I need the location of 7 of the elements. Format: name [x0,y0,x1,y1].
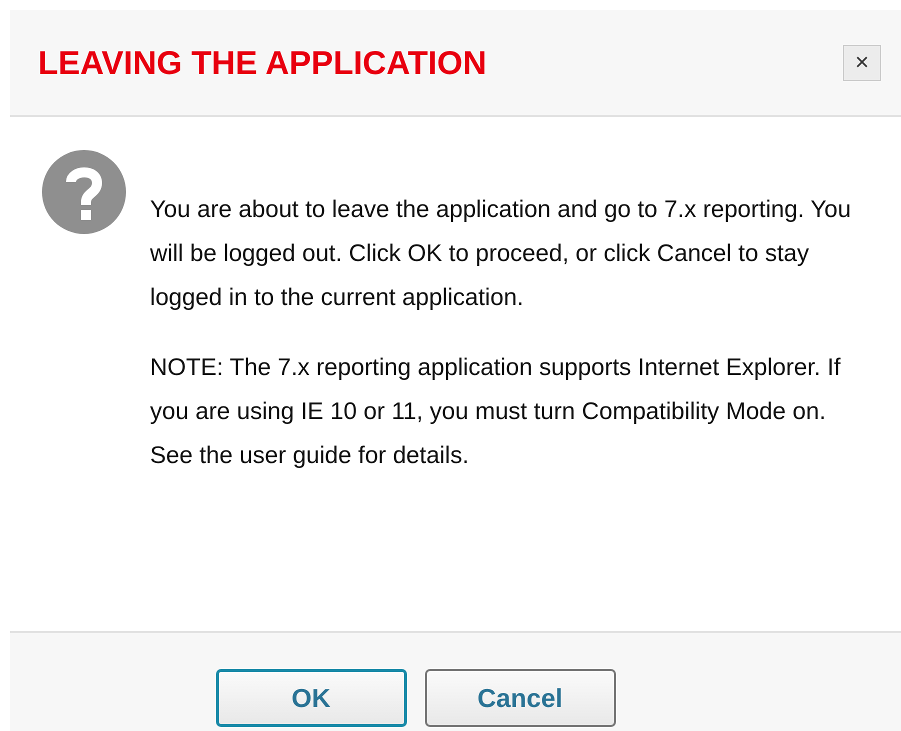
ok-button[interactable]: OK [216,669,406,727]
close-button[interactable]: × [843,44,881,80]
message-paragraph: NOTE: The 7.x reporting application supports Internet Explorer. If you are using IE 10 or 11, you must turn Compatibility Mode on. See the user guide for details. [150,353,842,471]
question-icon [42,150,126,234]
dialog-title: LEAVING THE APPLICATION [38,44,487,82]
message-paragraph: You are about to leave the application and go to 7.x reporting. You will be logged out. Click OK to proceed, or click Cancel to stay logged in to the current application. [150,195,852,313]
cancel-button[interactable]: Cancel [424,669,616,727]
